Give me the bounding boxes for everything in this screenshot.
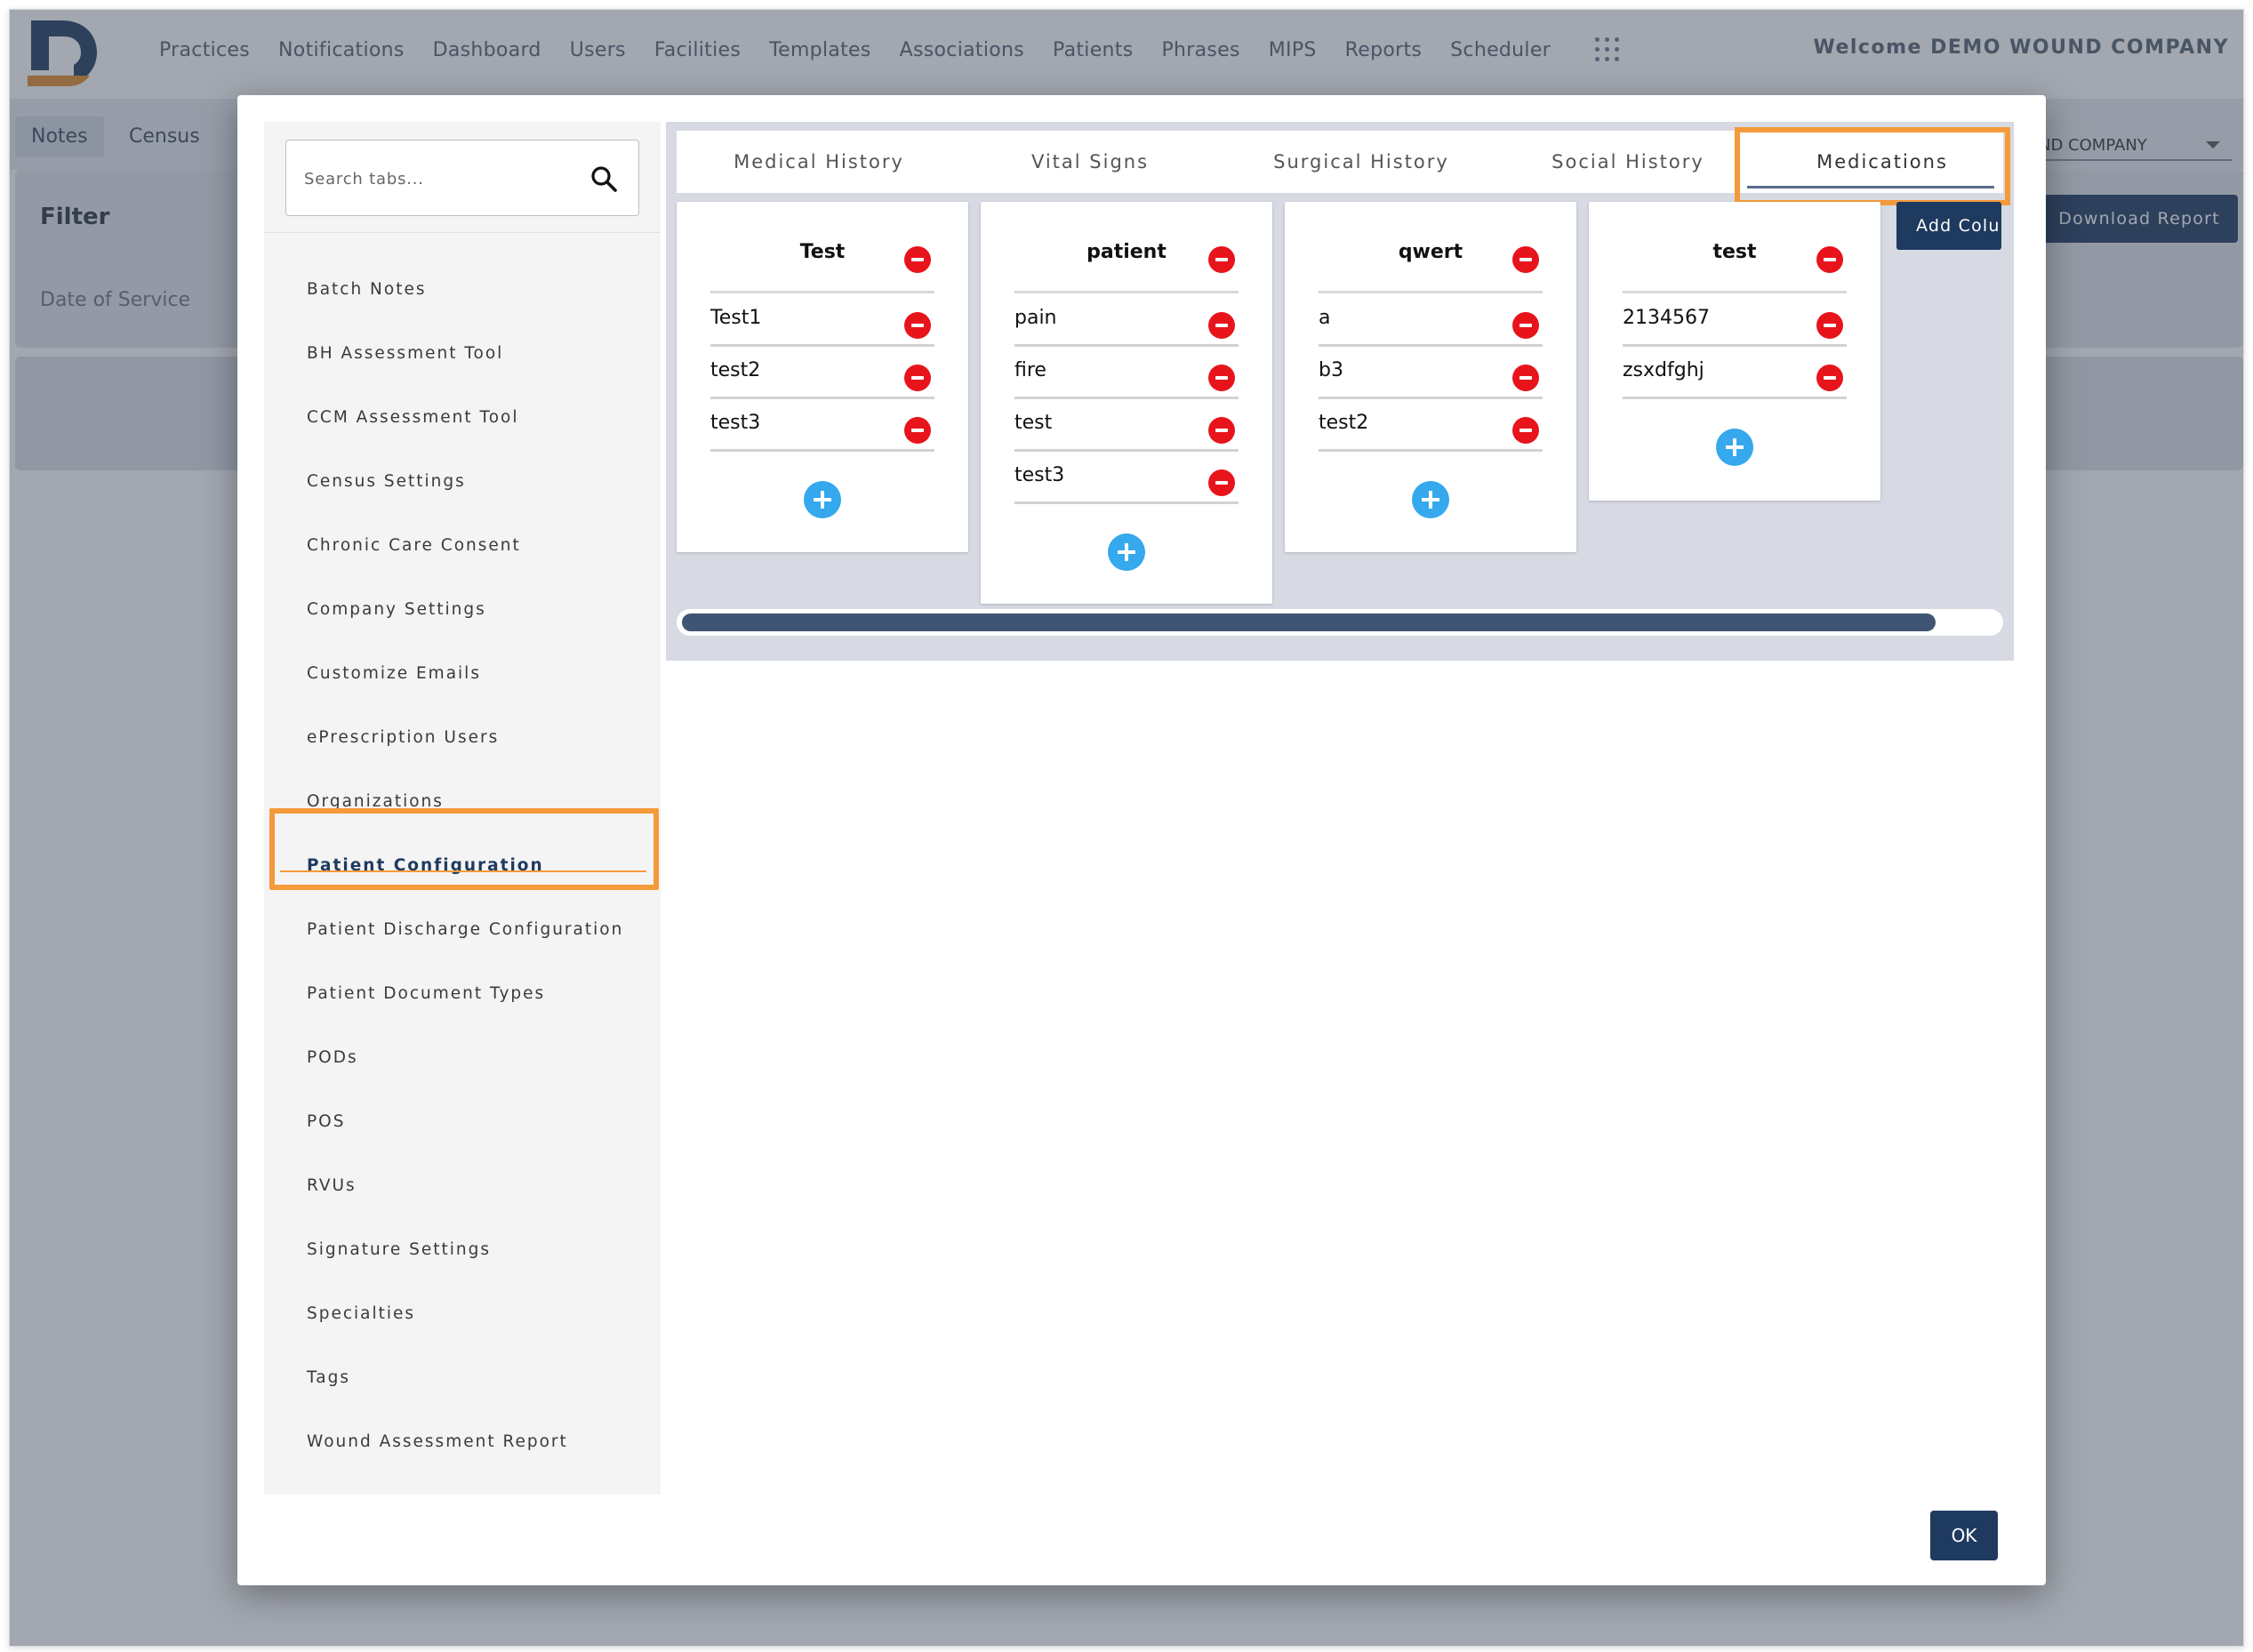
- column-card: patient pain fire test test3: [981, 202, 1272, 604]
- list-item: fire: [1014, 347, 1239, 399]
- minus-circle-icon[interactable]: [1208, 312, 1235, 339]
- item-label: test2: [710, 359, 761, 381]
- list-item: 2134567: [1623, 294, 1847, 347]
- minus-circle-icon[interactable]: [904, 312, 931, 339]
- modal-backdrop-top: [10, 10, 2243, 90]
- add-column-button[interactable]: Add Colu: [1896, 202, 2001, 250]
- sidebar-item-bh-assessment-tool[interactable]: BH Assessment Tool: [307, 344, 503, 363]
- sidebar-item-batch-notes[interactable]: Batch Notes: [307, 280, 427, 299]
- sidebar-divider: [264, 232, 661, 233]
- sidebar-item-patient-document-types[interactable]: Patient Document Types: [307, 984, 545, 1003]
- sidebar-item-company-settings[interactable]: Company Settings: [307, 600, 486, 619]
- column-card: test 2134567 zsxdfghj: [1589, 202, 1880, 501]
- list-item: zsxdfghj: [1623, 347, 1847, 399]
- list-item: Test1: [710, 294, 934, 347]
- tab-medical-history[interactable]: Medical History: [677, 131, 961, 193]
- minus-circle-icon[interactable]: [1208, 469, 1235, 496]
- column-divider: [710, 291, 934, 293]
- remove-column-icon[interactable]: [904, 246, 931, 273]
- minus-circle-icon[interactable]: [1208, 365, 1235, 391]
- list-item: test2: [1319, 399, 1543, 452]
- horizontal-scrollbar[interactable]: [677, 609, 2003, 636]
- item-label: a: [1319, 307, 1331, 329]
- list-item: test2: [710, 347, 934, 399]
- item-divider: [1319, 449, 1543, 452]
- item-divider: [1623, 397, 1847, 399]
- tab-vital-signs[interactable]: Vital Signs: [961, 131, 1219, 193]
- sidebar-item-specialties[interactable]: Specialties: [307, 1304, 415, 1323]
- column-card: Test Test1 test2 test3: [677, 202, 968, 552]
- column-card: qwert a b3 test2: [1285, 202, 1576, 552]
- remove-column-icon[interactable]: [1512, 246, 1539, 273]
- item-label: test3: [710, 412, 761, 434]
- active-tab-highlight: [1735, 127, 2010, 205]
- sidebar-item-pos[interactable]: POS: [307, 1112, 345, 1131]
- scrollbar-thumb[interactable]: [682, 613, 1936, 631]
- sidebar-item-wound-assessment-report[interactable]: Wound Assessment Report: [307, 1432, 568, 1451]
- item-label: test3: [1014, 464, 1065, 486]
- search-icon[interactable]: [589, 164, 619, 194]
- minus-circle-icon[interactable]: [904, 365, 931, 391]
- column-divider: [1014, 291, 1239, 293]
- column-divider: [1623, 291, 1847, 293]
- remove-column-icon[interactable]: [1208, 246, 1235, 273]
- list-item: test3: [710, 399, 934, 452]
- tab-surgical-history[interactable]: Surgical History: [1219, 131, 1503, 193]
- item-label: b3: [1319, 359, 1343, 381]
- sidebar-item-pods[interactable]: PODs: [307, 1048, 358, 1067]
- list-item: pain: [1014, 294, 1239, 347]
- sidebar-item-census-settings[interactable]: Census Settings: [307, 472, 466, 491]
- sidebar-item-eprescription-users[interactable]: ePrescription Users: [307, 728, 499, 747]
- item-label: fire: [1014, 359, 1046, 381]
- sidebar-item-patient-discharge-configuration[interactable]: Patient Discharge Configuration: [307, 920, 623, 939]
- minus-circle-icon[interactable]: [1816, 365, 1843, 391]
- plus-circle-icon[interactable]: [1716, 429, 1753, 466]
- minus-circle-icon[interactable]: [1512, 417, 1539, 444]
- app-window: Practices Notifications Dashboard Users …: [9, 9, 2244, 1647]
- list-item: test3: [1014, 452, 1239, 504]
- remove-column-icon[interactable]: [1816, 246, 1843, 273]
- item-label: zsxdfghj: [1623, 359, 1704, 381]
- sidebar-item-customize-emails[interactable]: Customize Emails: [307, 664, 481, 683]
- sidebar-item-ccm-assessment-tool[interactable]: CCM Assessment Tool: [307, 408, 518, 427]
- minus-circle-icon[interactable]: [1512, 312, 1539, 339]
- active-sidebar-underline: [280, 870, 646, 872]
- settings-modal: Batch Notes BH Assessment Tool CCM Asses…: [237, 95, 2046, 1585]
- config-content: Medical History Vital Signs Surgical His…: [666, 122, 2014, 661]
- plus-circle-icon[interactable]: [1108, 533, 1145, 571]
- item-divider: [710, 449, 934, 452]
- item-label: test: [1014, 412, 1053, 434]
- item-divider: [1014, 501, 1239, 504]
- minus-circle-icon[interactable]: [1512, 365, 1539, 391]
- item-label: test2: [1319, 412, 1369, 434]
- column-divider: [1319, 291, 1543, 293]
- sidebar-item-tags[interactable]: Tags: [307, 1368, 350, 1387]
- tab-social-history[interactable]: Social History: [1503, 131, 1752, 193]
- active-sidebar-highlight: [269, 808, 659, 890]
- sidebar-item-rvus[interactable]: RVUs: [307, 1176, 357, 1195]
- item-label: 2134567: [1623, 307, 1710, 329]
- minus-circle-icon[interactable]: [1208, 417, 1235, 444]
- search-tabs-box: [285, 140, 639, 216]
- item-label: Test1: [710, 307, 762, 329]
- list-item: b3: [1319, 347, 1543, 399]
- list-item: a: [1319, 294, 1543, 347]
- minus-circle-icon[interactable]: [904, 417, 931, 444]
- sidebar-item-chronic-care-consent[interactable]: Chronic Care Consent: [307, 536, 521, 555]
- plus-circle-icon[interactable]: [1412, 481, 1449, 518]
- item-label: pain: [1014, 307, 1057, 329]
- list-item: test: [1014, 399, 1239, 452]
- minus-circle-icon[interactable]: [1816, 312, 1843, 339]
- ok-button[interactable]: OK: [1930, 1511, 1998, 1560]
- search-tabs-input[interactable]: [304, 164, 571, 194]
- sidebar-item-signature-settings[interactable]: Signature Settings: [307, 1240, 491, 1259]
- plus-circle-icon[interactable]: [804, 481, 841, 518]
